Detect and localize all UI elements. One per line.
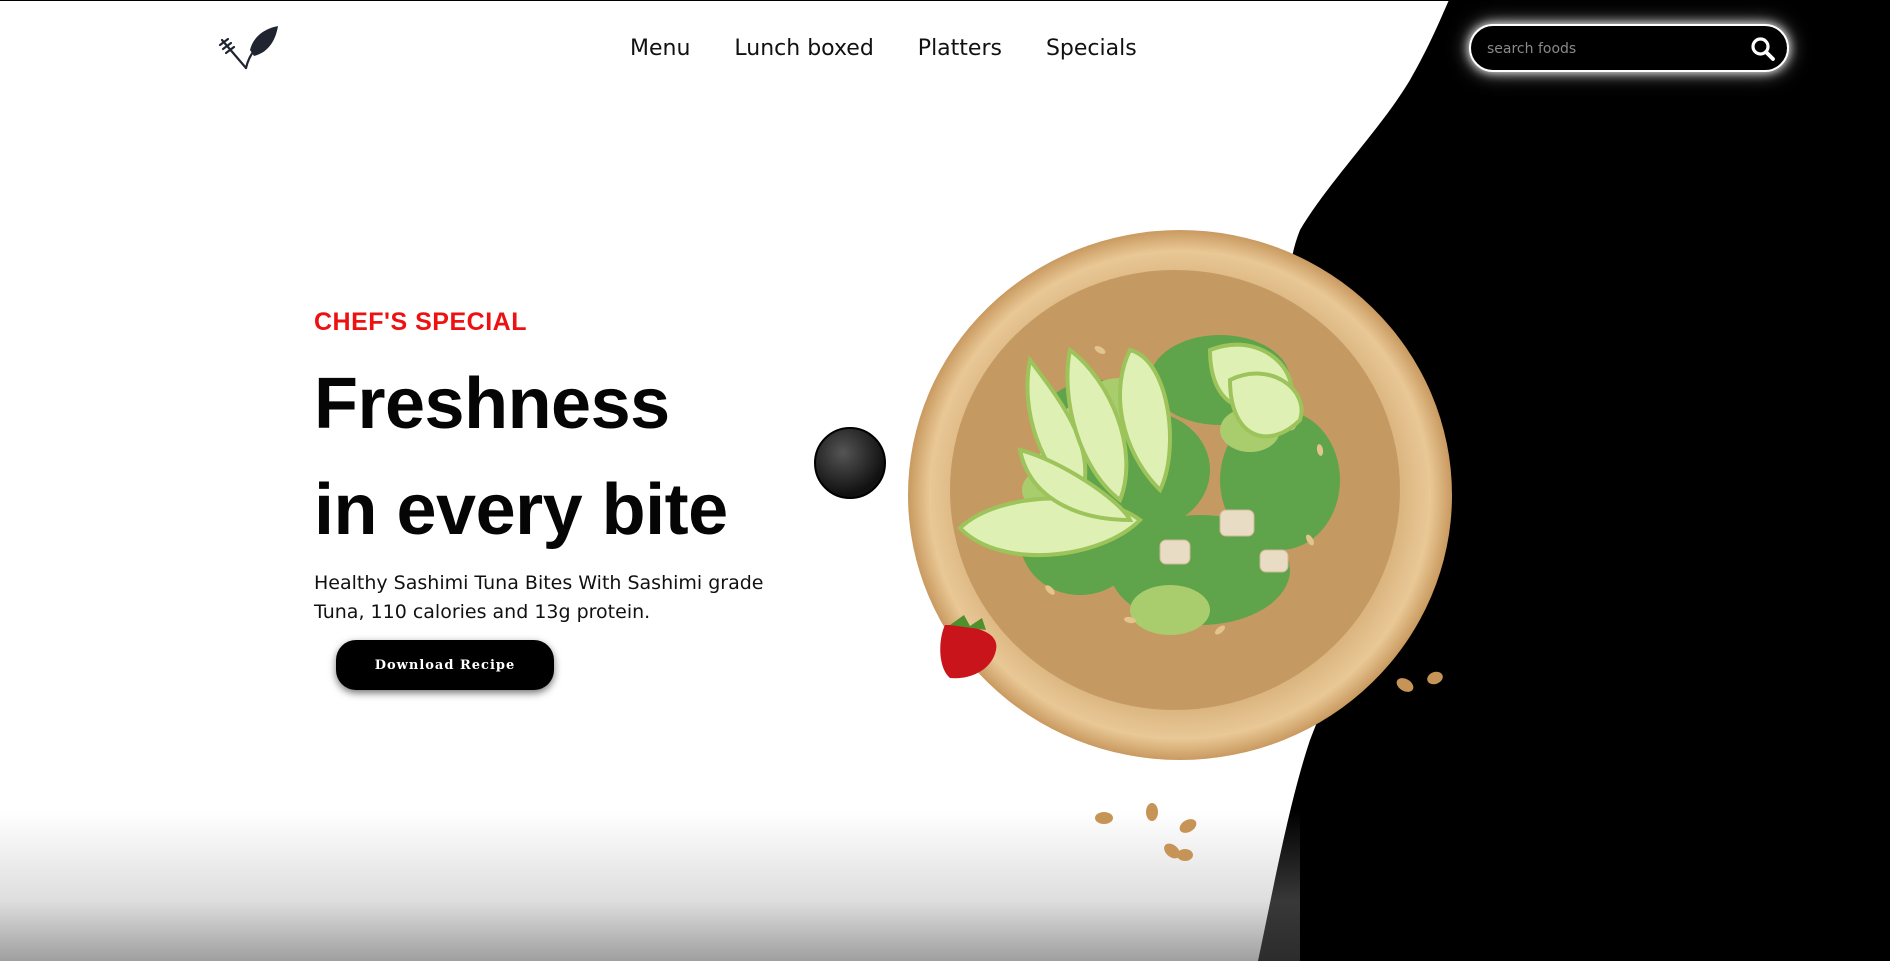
search-icon[interactable] (1749, 35, 1777, 63)
nav-item-platters[interactable]: Platters (918, 36, 1002, 61)
search-box (1469, 24, 1789, 72)
main-nav: Menu Lunch boxed Platters Specials (630, 36, 1137, 61)
hero-eyebrow: CHEF'S SPECIAL (314, 308, 527, 336)
nav-item-menu[interactable]: Menu (630, 36, 690, 61)
nav-item-specials[interactable]: Specials (1046, 36, 1137, 61)
hero-description: Healthy Sashimi Tuna Bites With Sashimi … (314, 572, 764, 623)
hero-headline-line2: in every bite (314, 470, 728, 550)
nav-item-lunch-boxed[interactable]: Lunch boxed (734, 36, 873, 61)
salad-bowl-image (814, 230, 1452, 861)
search-input[interactable] (1485, 36, 1729, 62)
hero-headline-line1: Freshness (314, 364, 670, 444)
hero-headline: Freshness in every bite (314, 351, 834, 563)
hero-section: CHEF'S SPECIAL Freshness in every bite H… (314, 308, 834, 627)
fork-leaf-logo-icon[interactable] (218, 24, 280, 74)
download-recipe-button[interactable]: Download Recipe (336, 640, 554, 690)
